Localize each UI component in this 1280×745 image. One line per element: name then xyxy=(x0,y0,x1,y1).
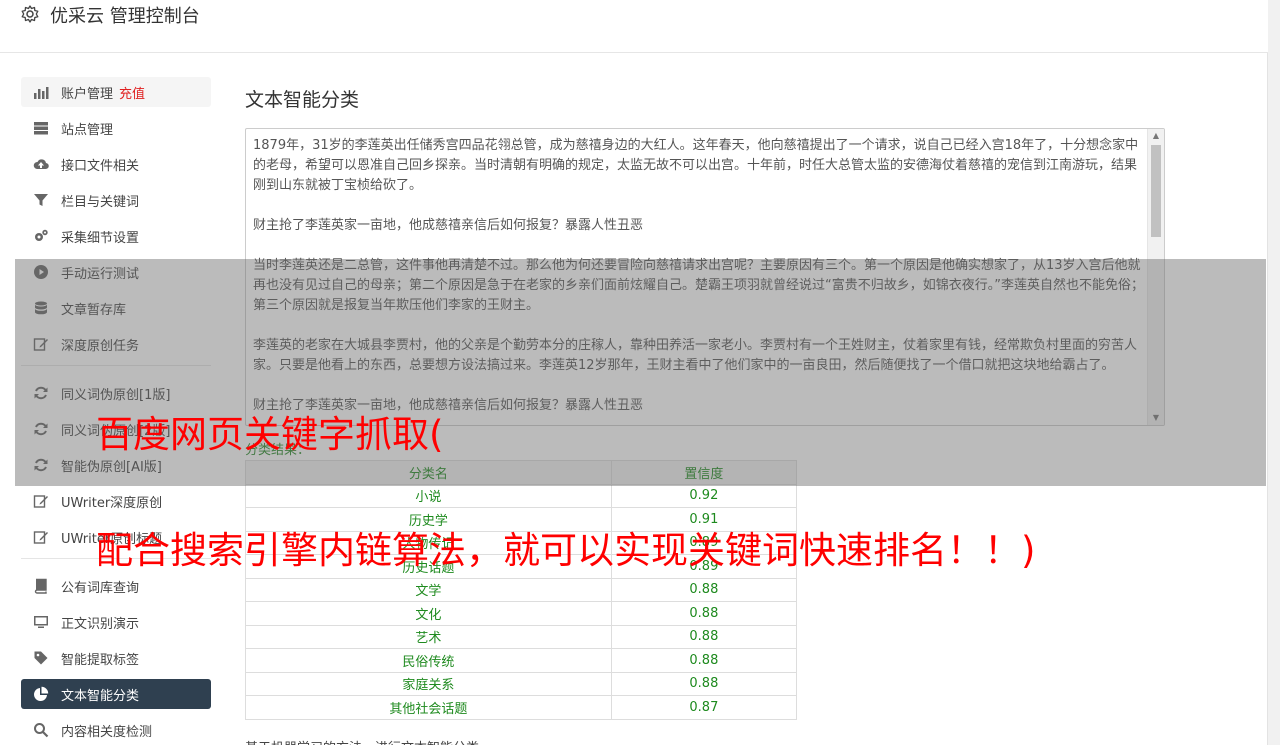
table-row: 小说 0.92 xyxy=(245,483,798,508)
edit-icon xyxy=(32,529,50,545)
text-paragraph: 财主抢了李莲英家一亩地，他成慈禧亲信后如何报复？暴露人性丑恶 xyxy=(253,218,644,233)
sidebar-item-label: 公有词库查询 xyxy=(61,580,140,596)
book-icon xyxy=(32,578,50,594)
sidebar-item[interactable]: 接口文件相关 xyxy=(21,149,211,179)
sidebar-item-label: 站点管理 xyxy=(61,122,114,138)
scroll-up-icon[interactable]: ▲ xyxy=(1148,129,1164,143)
sidebar-item-label: 采集细节设置 xyxy=(61,230,140,246)
sidebar-item-label: 文本智能分类 xyxy=(61,688,140,704)
confidence-cell: 0.88 xyxy=(610,601,798,626)
search-icon xyxy=(32,722,50,738)
sidebar-item[interactable]: 公有词库查询 xyxy=(21,571,211,601)
sidebar-item[interactable]: 智能提取标签 xyxy=(21,643,211,673)
sidebar-item[interactable]: 内容相关度检测 xyxy=(21,715,211,745)
confidence-cell: 0.88 xyxy=(610,624,798,649)
sidebar-item[interactable]: 账户管理 充值 xyxy=(21,77,211,107)
cogs-icon xyxy=(32,228,50,244)
bar-chart-icon xyxy=(32,84,50,100)
sidebar-item-label: 正文识别演示 xyxy=(61,616,140,632)
pie-chart-icon xyxy=(32,686,50,702)
category-cell: 其他社会话题 xyxy=(245,695,612,720)
scroll-thumb[interactable] xyxy=(1151,145,1161,237)
table-row: 艺术 0.88 xyxy=(245,624,798,649)
app-title: 优采云 管理控制台 xyxy=(50,6,200,27)
top-bar: 优采云 管理控制台 xyxy=(0,0,1268,53)
table-row: 文学 0.88 xyxy=(245,577,798,602)
category-cell: 文化 xyxy=(245,601,612,626)
gear-icon xyxy=(21,5,39,23)
table-row: 文化 0.88 xyxy=(245,601,798,626)
footnote: 基于机器学习的方法，进行文本智能分类。 xyxy=(245,737,1165,745)
category-cell: 文学 xyxy=(245,577,612,602)
category-cell: 小说 xyxy=(245,483,612,508)
edit-icon xyxy=(32,493,50,509)
sidebar-item[interactable]: UWriter深度原创 xyxy=(21,486,211,516)
recharge-link[interactable]: 充值 xyxy=(119,83,145,102)
page-scrollbar[interactable] xyxy=(1268,0,1280,745)
overlay-text-line-1: 百度网页关键字抓取( xyxy=(96,413,444,456)
sidebar-item-label: 智能提取标签 xyxy=(61,652,140,668)
confidence-cell: 0.88 xyxy=(610,648,798,673)
sidebar-item[interactable]: 站点管理 xyxy=(21,113,211,143)
sidebar-item-label: UWriter深度原创 xyxy=(61,495,163,511)
category-cell: 家庭关系 xyxy=(245,671,612,696)
monitor-icon xyxy=(32,614,50,630)
tag-icon xyxy=(32,650,50,666)
server-icon xyxy=(32,120,50,136)
sidebar-item[interactable]: 栏目与关键词 xyxy=(21,185,211,215)
confidence-cell: 0.88 xyxy=(610,577,798,602)
confidence-cell: 0.88 xyxy=(610,671,798,696)
sidebar-item-label: 栏目与关键词 xyxy=(61,194,140,210)
text-paragraph: 1879年，31岁的李莲英出任储秀宫四品花翎总管，成为慈禧身边的大红人。这年春天… xyxy=(253,138,1139,193)
table-row: 其他社会话题 0.87 xyxy=(245,695,798,720)
table-row: 家庭关系 0.88 xyxy=(245,671,798,696)
cloud-upload-icon xyxy=(32,156,50,172)
table-row: 民俗传统 0.88 xyxy=(245,648,798,673)
confidence-cell: 0.92 xyxy=(610,483,798,508)
page-title: 文本智能分类 xyxy=(245,89,360,111)
sidebar-item-label: 账户管理 xyxy=(61,86,114,102)
confidence-cell: 0.87 xyxy=(610,695,798,720)
sidebar-item[interactable]: 采集细节设置 xyxy=(21,221,211,251)
category-cell: 艺术 xyxy=(245,624,612,649)
sidebar-item-label: 内容相关度检测 xyxy=(61,724,153,740)
overlay-text-line-2: 配合搜索引擎内链算法，就可以实现关键词快速排名！！) xyxy=(96,529,1036,572)
category-cell: 民俗传统 xyxy=(245,648,612,673)
classification-table: 分类名 置信度 小说 0.92 历史学 0.91 人物传记 0.89 历史话题 0.89 文学 0… xyxy=(245,460,798,720)
sidebar-item[interactable]: 文本智能分类 xyxy=(21,679,211,709)
filter-icon xyxy=(32,192,50,208)
sidebar-item-label: 接口文件相关 xyxy=(61,158,140,174)
sidebar-item[interactable]: 正文识别演示 xyxy=(21,607,211,637)
